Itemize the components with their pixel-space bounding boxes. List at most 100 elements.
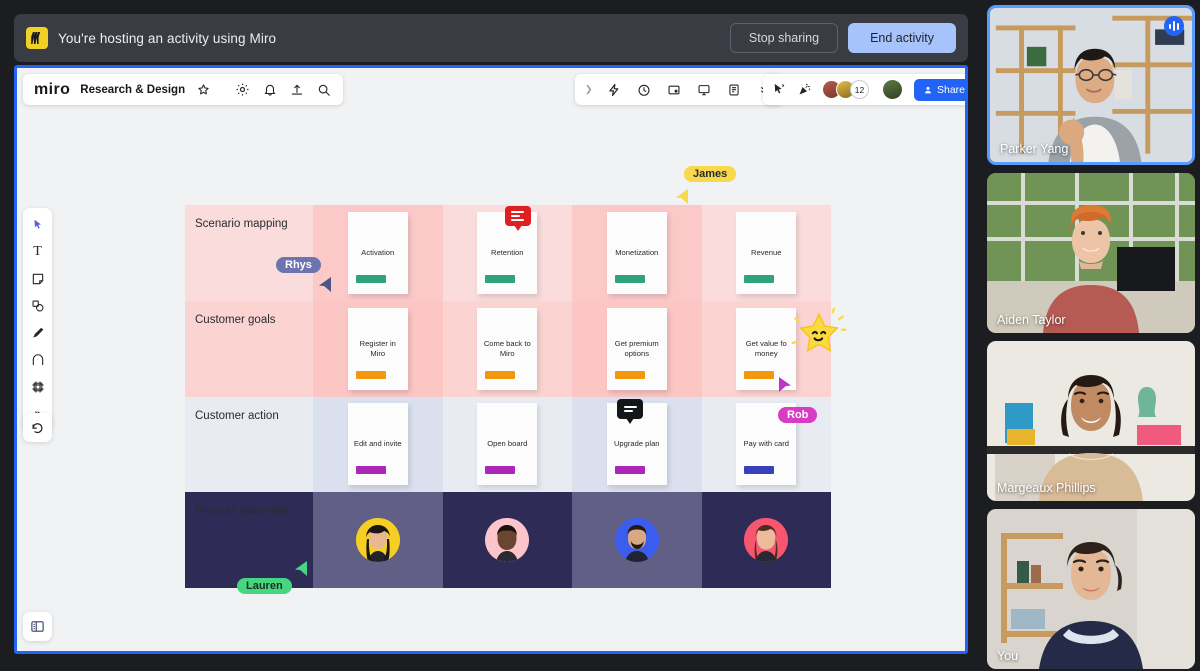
- lightning-icon[interactable]: [606, 81, 623, 98]
- sticky-tag: [615, 466, 645, 474]
- shapes-tool[interactable]: [29, 297, 47, 315]
- matrix-cell: [702, 492, 832, 588]
- owner-avatar[interactable]: [485, 518, 529, 562]
- sticky-tag: [356, 466, 386, 474]
- comment-bubble-icon[interactable]: [617, 399, 643, 419]
- sticky-note[interactable]: Come back to Miro: [477, 308, 537, 390]
- sticky-note[interactable]: Get premium options: [607, 308, 667, 390]
- comment-bubble-icon[interactable]: [505, 206, 531, 226]
- pen-tool[interactable]: [29, 324, 47, 342]
- cursor-pointer-icon: [777, 376, 793, 394]
- matrix-cell: Register in Miro: [313, 301, 443, 397]
- participant-count-badge[interactable]: 12: [850, 80, 869, 99]
- miro-wordmark: miro: [34, 81, 70, 99]
- search-icon[interactable]: [315, 81, 332, 98]
- matrix-cell: Get premium options: [572, 301, 702, 397]
- matrix-cell: Revenue: [702, 205, 832, 301]
- sticky-tag: [744, 275, 774, 283]
- star-sticker[interactable]: [791, 307, 847, 363]
- sticky-note-text: Register in Miro: [352, 339, 404, 359]
- meeting-title: You're hosting an activity using Miro: [58, 31, 276, 46]
- notes-icon[interactable]: [726, 81, 743, 98]
- timer-icon[interactable]: [636, 81, 653, 98]
- sticky-tag: [744, 371, 774, 379]
- text-tool[interactable]: T: [29, 243, 47, 261]
- sticky-tag: [485, 371, 515, 379]
- sticky-note-text: Get value fo money: [740, 339, 792, 359]
- owner-avatar[interactable]: [744, 518, 788, 562]
- matrix-cell: Come back to Miro: [443, 301, 573, 397]
- board-toolbar-right: 12 Share: [763, 74, 968, 105]
- upload-icon[interactable]: [288, 81, 305, 98]
- sticky-note-tool[interactable]: [29, 270, 47, 288]
- cursor-label: Lauren: [237, 578, 292, 594]
- chevron-right-icon[interactable]: ❯: [585, 84, 593, 95]
- stop-sharing-button[interactable]: Stop sharing: [730, 23, 838, 53]
- video-tile-you[interactable]: You: [987, 509, 1195, 669]
- participant-avatars[interactable]: 12: [822, 80, 869, 99]
- avatar-self[interactable]: [883, 80, 902, 99]
- video-tile-margeaux-phillips[interactable]: Margeaux Phillips: [987, 341, 1195, 501]
- party-popper-icon[interactable]: [796, 81, 813, 98]
- select-tool[interactable]: [29, 216, 47, 234]
- presentation-icon[interactable]: [696, 81, 713, 98]
- matrix-cell: [443, 492, 573, 588]
- video-feed: [990, 8, 1192, 163]
- person-icon: [923, 85, 933, 95]
- cursor-label: James: [684, 166, 736, 182]
- owner-avatar[interactable]: [615, 518, 659, 562]
- matrix-cell: Retention: [443, 205, 573, 301]
- cursor-icon[interactable]: [770, 81, 787, 98]
- matrix-cell: Edit and invite: [313, 397, 443, 493]
- meeting-bar: You're hosting an activity using Miro St…: [14, 14, 968, 62]
- meeting-actions: Stop sharing End activity: [730, 23, 956, 53]
- video-participants-panel: Parker Yang Aide: [982, 0, 1200, 671]
- cursor-pointer-icon: [293, 560, 309, 578]
- video-tile-name: Margeaux Phillips: [997, 481, 1096, 495]
- sticky-tag: [615, 275, 645, 283]
- screen-root: You're hosting an activity using Miro St…: [0, 0, 1200, 671]
- video-tile-aiden-taylor[interactable]: Aiden Taylor: [987, 173, 1195, 333]
- gear-icon[interactable]: [234, 81, 251, 98]
- matrix-row-label-customer-action: Customer action: [185, 397, 313, 493]
- board-toolbar-middle: ❯: [575, 74, 783, 105]
- star-icon[interactable]: [195, 81, 212, 98]
- sticky-note-text: Open board: [487, 439, 527, 449]
- cursor-pointer-icon: [674, 188, 690, 206]
- matrix-cell: Open board: [443, 397, 573, 493]
- sticky-note-text: Edit and invite: [354, 439, 402, 449]
- video-feed: [987, 509, 1195, 669]
- miro-board-window: miro Research & Design ❯: [14, 65, 968, 654]
- sticky-tag: [615, 371, 645, 379]
- sticky-note[interactable]: Register in Miro: [348, 308, 408, 390]
- matrix-cell: Upgrade plan: [572, 397, 702, 493]
- matrix-cell: [313, 492, 443, 588]
- sticky-tag: [744, 466, 774, 474]
- video-tile-name: Parker Yang: [1000, 142, 1068, 156]
- video-frame-icon[interactable]: [666, 81, 683, 98]
- share-button[interactable]: Share: [914, 79, 968, 101]
- connector-tool[interactable]: [29, 351, 47, 369]
- video-feed: [987, 173, 1195, 333]
- matrix-row-label-customer-goals: Customer goals: [185, 301, 313, 397]
- video-feed: [987, 341, 1195, 501]
- video-tile-name: Aiden Taylor: [997, 313, 1066, 327]
- sticky-note[interactable]: Revenue: [736, 212, 796, 294]
- panel-toggle-button[interactable]: [23, 612, 52, 641]
- frame-tool[interactable]: [29, 378, 47, 396]
- matrix-cell: [572, 492, 702, 588]
- matrix-cell: Monetization: [572, 205, 702, 301]
- sticky-note-text: Come back to Miro: [481, 339, 533, 359]
- cursor-label: Rhys: [276, 257, 321, 273]
- sticky-note[interactable]: Edit and invite: [348, 403, 408, 485]
- end-activity-button[interactable]: End activity: [848, 23, 956, 53]
- video-tile-parker-yang[interactable]: Parker Yang: [987, 5, 1195, 165]
- share-button-label: Share: [937, 84, 965, 96]
- bell-icon[interactable]: [261, 81, 278, 98]
- undo-tool[interactable]: [23, 413, 52, 442]
- owner-avatar[interactable]: [356, 518, 400, 562]
- sticky-note-text: Pay with card: [743, 439, 789, 449]
- sticky-note[interactable]: Open board: [477, 403, 537, 485]
- sticky-note[interactable]: Activation: [348, 212, 408, 294]
- sticky-note[interactable]: Monetization: [607, 212, 667, 294]
